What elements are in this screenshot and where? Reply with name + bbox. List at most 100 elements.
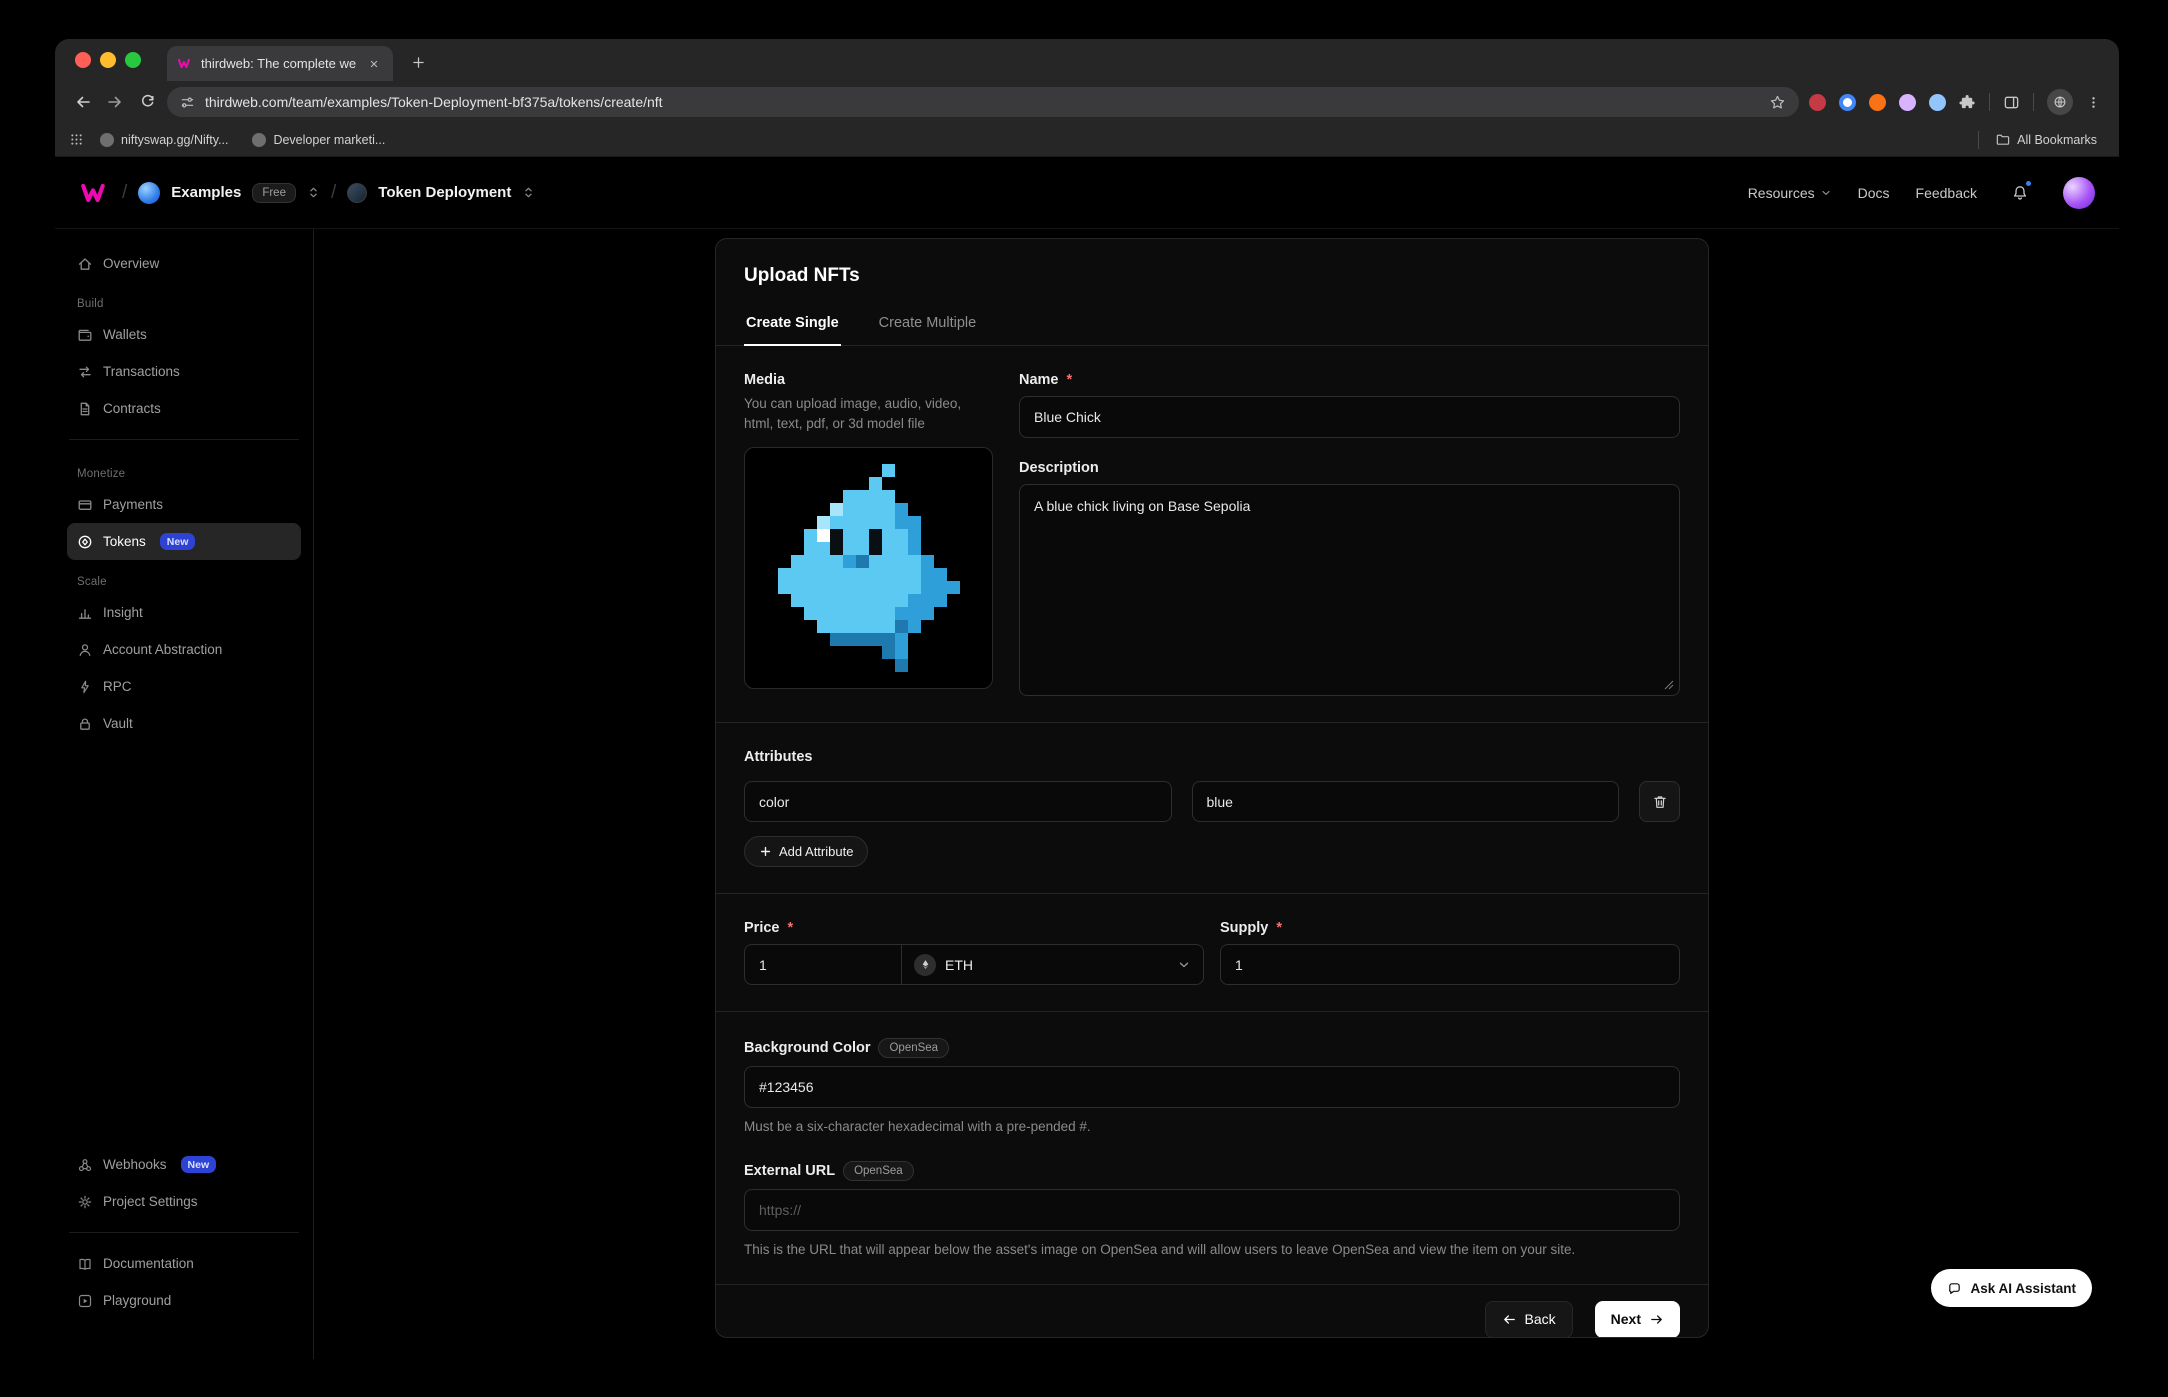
sidebar: Overview Build Wallets Transactions Cont… (55, 229, 314, 1359)
project-avatar[interactable] (347, 183, 367, 203)
section-divider (716, 1011, 1708, 1012)
url-bar[interactable]: thirdweb.com/team/examples/Token-Deploym… (167, 87, 1799, 117)
background-color-input[interactable] (744, 1066, 1680, 1108)
attribute-name-input[interactable] (744, 781, 1172, 822)
team-name[interactable]: Examples (171, 184, 241, 201)
all-bookmarks-button[interactable]: All Bookmarks (1987, 129, 2105, 150)
background-color-helper: Must be a six-character hexadecimal with… (744, 1118, 1680, 1137)
sidebar-item-overview[interactable]: Overview (67, 245, 301, 282)
nft-image (778, 464, 960, 672)
nav-resources[interactable]: Resources (1748, 185, 1832, 201)
document-icon (77, 401, 93, 417)
plus-icon (759, 845, 772, 858)
sidebar-item-documentation[interactable]: Documentation (67, 1245, 301, 1282)
sidebar-item-webhooks[interactable]: Webhooks New (67, 1146, 301, 1183)
swap-arrows-icon (77, 364, 93, 380)
account-avatar[interactable] (2063, 177, 2095, 209)
extension-icon-orange[interactable] (1869, 94, 1886, 111)
wallet-icon (77, 327, 93, 343)
tab-create-single[interactable]: Create Single (744, 303, 841, 346)
arrow-left-icon (1502, 1312, 1517, 1327)
team-avatar[interactable] (138, 182, 160, 204)
chevron-down-icon (1177, 958, 1191, 972)
tab-strip: thirdweb: The complete web... (55, 39, 2119, 81)
back-icon[interactable] (67, 86, 99, 118)
chevron-down-icon (1820, 187, 1832, 199)
delete-attribute-button[interactable] (1639, 781, 1680, 822)
sidebar-item-payments[interactable]: Payments (67, 486, 301, 523)
minimize-window-button[interactable] (100, 52, 116, 68)
sidebar-item-label: Payments (103, 497, 163, 512)
sidebar-section-build: Build (77, 298, 301, 310)
bookmark-label: niftyswap.gg/Nifty... (121, 133, 228, 147)
next-button[interactable]: Next (1595, 1301, 1680, 1338)
add-attribute-button[interactable]: Add Attribute (744, 836, 868, 867)
sidebar-item-vault[interactable]: Vault (67, 705, 301, 742)
back-button[interactable]: Back (1485, 1301, 1573, 1338)
all-bookmarks-label: All Bookmarks (2017, 133, 2097, 147)
page-title: Upload NFTs (744, 265, 1680, 287)
sidebar-item-playground[interactable]: Playground (67, 1282, 301, 1319)
bookmark-item[interactable]: Developer marketi... (244, 130, 393, 150)
external-url-helper: This is the URL that will appear below t… (744, 1241, 1680, 1260)
browser-tab[interactable]: thirdweb: The complete web... (167, 46, 393, 81)
project-switcher-icon[interactable] (522, 186, 535, 199)
name-input[interactable] (1019, 396, 1680, 438)
supply-input[interactable] (1220, 944, 1680, 985)
extension-icon-red[interactable] (1809, 94, 1826, 111)
price-input[interactable] (744, 944, 902, 985)
project-name[interactable]: Token Deployment (378, 184, 511, 201)
extension-icon-blue[interactable] (1839, 94, 1856, 111)
sidebar-item-account-abstraction[interactable]: Account Abstraction (67, 631, 301, 668)
fullscreen-window-button[interactable] (125, 52, 141, 68)
extension-icon-purple[interactable] (1899, 94, 1916, 111)
sidebar-item-label: Account Abstraction (103, 642, 222, 657)
forward-icon[interactable] (99, 86, 131, 118)
reload-icon[interactable] (131, 86, 163, 118)
sidebar-item-project-settings[interactable]: Project Settings (67, 1183, 301, 1220)
side-panel-icon[interactable] (2003, 94, 2020, 111)
bookmark-item[interactable]: niftyswap.gg/Nifty... (92, 130, 236, 150)
token-coin-icon (77, 534, 93, 550)
webhook-icon (77, 1157, 93, 1173)
sidebar-item-label: Overview (103, 256, 159, 271)
apps-grid-icon[interactable] (69, 132, 84, 147)
nav-feedback[interactable]: Feedback (1916, 185, 1977, 201)
ask-ai-assistant-button[interactable]: Ask AI Assistant (1931, 1269, 2092, 1307)
team-switcher-icon[interactable] (307, 186, 320, 199)
tab-create-multiple[interactable]: Create Multiple (877, 303, 979, 346)
chrome-profile-icon[interactable] (2047, 89, 2073, 115)
sidebar-item-rpc[interactable]: RPC (67, 668, 301, 705)
arrow-right-icon (1649, 1312, 1664, 1327)
price-label: Price* (744, 920, 1204, 936)
opensea-badge: OpenSea (843, 1161, 914, 1181)
thirdweb-logo[interactable] (79, 182, 111, 204)
site-settings-icon[interactable] (180, 95, 195, 110)
app-header: / Examples Free / Token Deployment Resou… (55, 157, 2119, 229)
extensions-puzzle-icon[interactable] (1959, 94, 1976, 111)
lock-icon (77, 716, 93, 732)
sidebar-item-tokens[interactable]: Tokens New (67, 523, 301, 560)
attribute-value-input[interactable] (1192, 781, 1620, 822)
nav-docs[interactable]: Docs (1858, 185, 1890, 201)
sidebar-item-insight[interactable]: Insight (67, 594, 301, 631)
notifications-bell-icon[interactable] (2003, 176, 2037, 210)
new-tab-button[interactable] (405, 49, 431, 75)
breadcrumb-slash: / (331, 182, 336, 204)
sidebar-item-label: Project Settings (103, 1194, 198, 1209)
tab-close-icon[interactable] (365, 55, 383, 73)
description-textarea[interactable]: A blue chick living on Base Sepolia (1019, 484, 1680, 696)
sidebar-item-transactions[interactable]: Transactions (67, 353, 301, 390)
extension-icon-lightblue[interactable] (1929, 94, 1946, 111)
media-upload-box[interactable] (744, 447, 993, 689)
bookmark-star-icon[interactable] (1769, 94, 1786, 111)
sidebar-item-wallets[interactable]: Wallets (67, 316, 301, 353)
sidebar-item-contracts[interactable]: Contracts (67, 390, 301, 427)
thirdweb-favicon (177, 57, 193, 70)
browser-menu-icon[interactable] (2086, 95, 2101, 110)
close-window-button[interactable] (75, 52, 91, 68)
attributes-label: Attributes (744, 749, 1680, 765)
external-url-input[interactable] (744, 1189, 1680, 1231)
currency-select[interactable]: ETH (901, 944, 1204, 985)
bookmark-favicon (100, 133, 114, 147)
